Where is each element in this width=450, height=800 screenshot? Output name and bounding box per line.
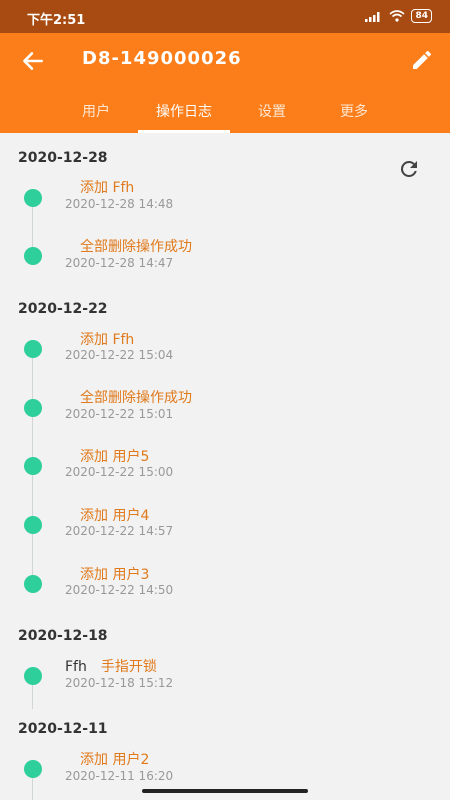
timeline-dot: [24, 667, 42, 685]
log-action: Ffh 手指开锁: [65, 656, 157, 676]
tab-users[interactable]: 用户: [50, 101, 142, 121]
date-header: 2020-12-18: [18, 628, 108, 644]
timeline-dot: [24, 189, 42, 207]
log-action: 添加 Ffh: [80, 180, 135, 196]
log-time: 2020-12-11 16:20: [65, 769, 174, 783]
timeline-dot: [24, 340, 42, 358]
home-indicator: [142, 789, 308, 793]
back-arrow-icon[interactable]: [20, 48, 46, 74]
log-user: Ffh: [65, 659, 87, 675]
app-bar: D8-149000026 用户 操作日志 设置 更多: [0, 33, 450, 133]
log-time: 2020-12-22 14:50: [65, 583, 174, 597]
log-action: 添加 用户3: [80, 567, 150, 583]
battery-icon: 84: [411, 9, 432, 23]
log-time: 2020-12-18 15:12: [65, 676, 174, 690]
log-action: 全部删除操作成功: [80, 239, 192, 255]
timeline-dot: [24, 457, 42, 475]
log-action: 添加 用户2: [80, 752, 150, 768]
edit-pencil-icon[interactable]: [410, 48, 434, 72]
log-time: 2020-12-22 14:57: [65, 524, 174, 538]
date-header: 2020-12-11: [18, 721, 108, 737]
refresh-icon[interactable]: [397, 157, 421, 181]
status-time: 下午2:51: [27, 13, 86, 28]
log-action: 添加 Ffh: [80, 332, 135, 348]
log-time: 2020-12-28 14:47: [65, 256, 174, 270]
wifi-icon: [389, 10, 405, 22]
timeline-dot: [24, 516, 42, 534]
log-action: 全部删除操作成功: [80, 390, 192, 406]
page-title: D8-149000026: [82, 48, 242, 69]
date-header: 2020-12-28: [18, 150, 108, 166]
tab-operation-log[interactable]: 操作日志: [138, 101, 230, 121]
timeline-dot: [24, 575, 42, 593]
timeline-dot: [24, 247, 42, 265]
status-icons: 84: [365, 9, 432, 23]
date-header: 2020-12-22: [18, 301, 108, 317]
timeline-dot: [24, 399, 42, 417]
tab-settings[interactable]: 设置: [226, 101, 318, 121]
timeline-dot: [24, 760, 42, 778]
log-time: 2020-12-22 15:01: [65, 407, 174, 421]
log-action-text: 手指开锁: [100, 659, 157, 675]
log-action: 添加 用户4: [80, 508, 150, 524]
signal-icon: [365, 12, 380, 22]
log-time: 2020-12-22 15:04: [65, 348, 174, 362]
operation-log-list: 2020-12-28 添加 Ffh 2020-12-28 14:48 全部删除操…: [0, 133, 450, 800]
tab-more[interactable]: 更多: [308, 101, 400, 121]
tab-bar: 用户 操作日志 设置 更多: [0, 99, 450, 133]
log-action: 添加 用户5: [80, 449, 150, 465]
status-bar: 下午2:51 84: [0, 0, 450, 33]
log-time: 2020-12-22 15:00: [65, 465, 174, 479]
log-time: 2020-12-28 14:48: [65, 197, 174, 211]
